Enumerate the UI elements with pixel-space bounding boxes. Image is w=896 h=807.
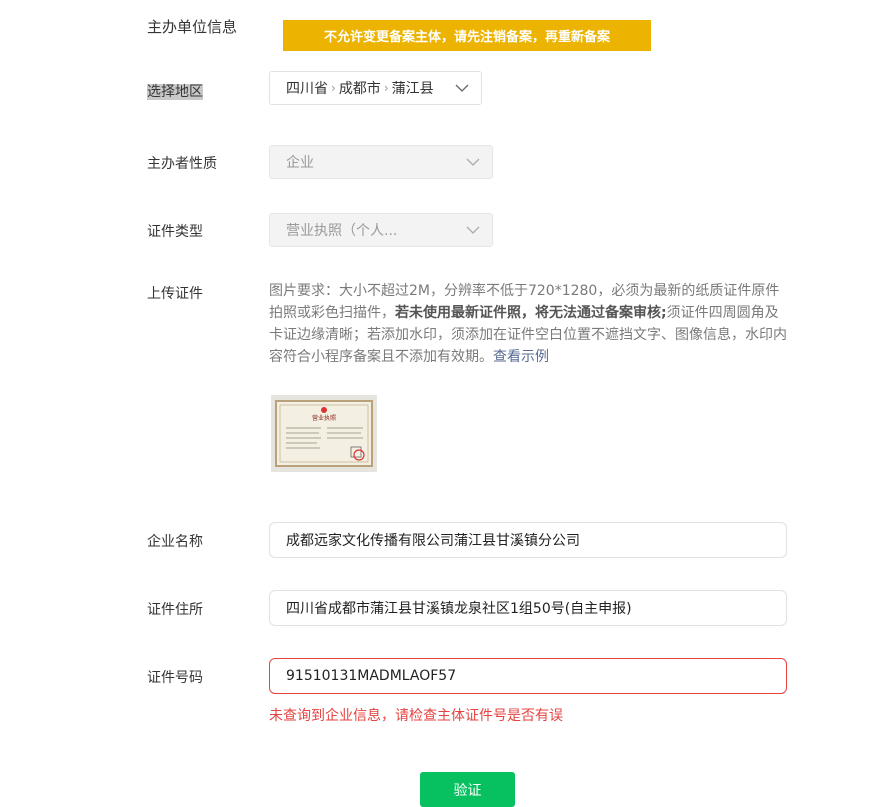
upload-label: 上传证件: [147, 286, 203, 302]
chevron-right-icon: ›: [383, 81, 389, 95]
region-label: 选择地区: [147, 81, 203, 101]
cert-number-input[interactable]: 91510131MADMLAOF57: [269, 658, 787, 694]
cert-type-label: 证件类型: [147, 224, 203, 240]
nature-value: 企业: [286, 155, 314, 171]
cert-number-error: 未查询到企业信息，请检查主体证件号是否有误: [269, 708, 563, 724]
section-title: 主办单位信息: [147, 18, 238, 36]
example-link[interactable]: 查看示例: [493, 349, 549, 365]
address-input[interactable]: 四川省成都市蒲江县甘溪镇龙泉社区1组50号(自主申报): [269, 590, 787, 626]
cert-type-value: 营业执照（个人...: [286, 223, 398, 239]
city-text: 成都市: [338, 81, 381, 97]
nature-label: 主办者性质: [147, 156, 217, 172]
thumb-title: 营业执照: [312, 414, 336, 422]
chevron-right-icon: ›: [331, 81, 336, 95]
license-thumbnail[interactable]: 营业执照: [271, 395, 377, 472]
chevron-down-icon: [466, 226, 480, 234]
region-select[interactable]: 四川省 › 成都市 › 蒲江县: [269, 71, 482, 105]
county-text: 蒲江县: [391, 81, 434, 97]
nature-select[interactable]: 企业: [269, 145, 493, 179]
verify-button[interactable]: 验证: [420, 772, 515, 807]
warning-banner: 不允许变更备案主体，请先注销备案，再重新备案: [283, 20, 651, 51]
cert-type-select[interactable]: 营业执照（个人...: [269, 213, 493, 247]
chevron-down-icon: [466, 158, 480, 166]
region-label-text: 选择地区: [147, 84, 203, 100]
address-label: 证件住所: [147, 602, 203, 618]
license-image-icon: 营业执照: [271, 395, 377, 472]
company-name-label: 企业名称: [147, 534, 203, 550]
chevron-down-icon: [455, 84, 469, 92]
province-text: 四川省: [286, 81, 328, 97]
desc-bold-text: 若未使用最新证件照，将无法通过备案审核;: [395, 305, 667, 321]
company-name-input[interactable]: 成都远家文化传播有限公司蒲江县甘溪镇分公司: [269, 522, 787, 558]
cert-number-label: 证件号码: [147, 670, 203, 686]
upload-description: 图片要求：大小不超过2M，分辨率不低于720*1280，必须为最新的纸质证件原件…: [269, 280, 791, 368]
